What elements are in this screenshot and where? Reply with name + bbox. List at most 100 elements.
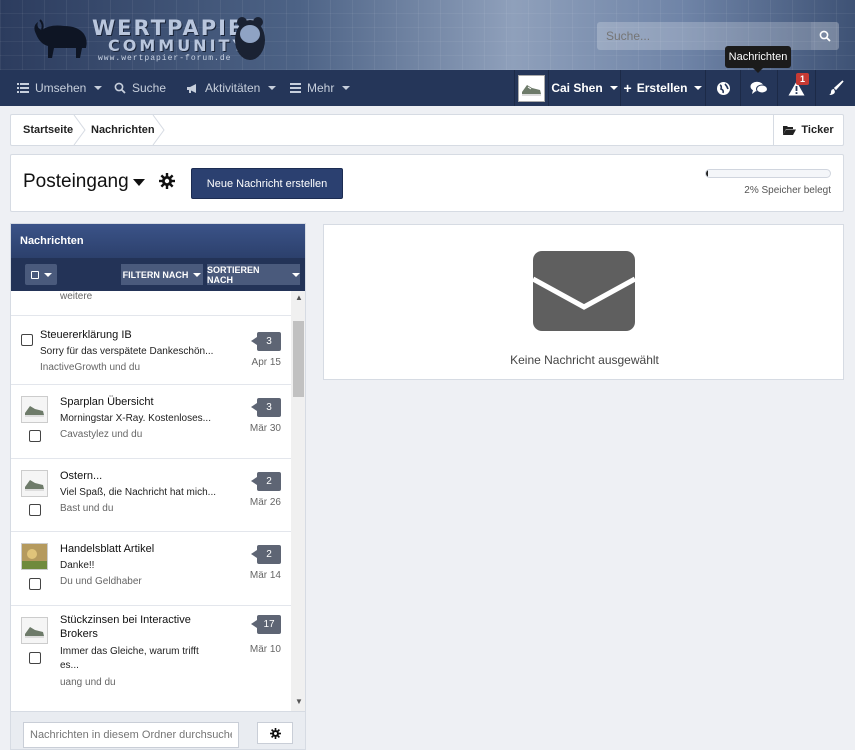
list-item[interactable]: Sparplan Übersicht Morningstar X-Ray. Ko…: [11, 385, 291, 459]
folder-search-input[interactable]: [23, 722, 239, 748]
message-list-scrollbar[interactable]: ▲ ▼: [291, 291, 305, 711]
avatar: [21, 617, 48, 644]
nav-aktivitaeten[interactable]: Aktivitäten: [186, 70, 277, 106]
message-snippet: Morningstar X-Ray. Kostenloses...: [60, 413, 211, 424]
create-menu[interactable]: + Erstellen: [620, 70, 705, 106]
avatar: [21, 396, 48, 423]
participants: weitere: [60, 291, 93, 302]
participants: Du und Geldhaber: [60, 576, 142, 587]
menu-icon: [290, 83, 301, 93]
avatar: [518, 74, 545, 102]
envelope-icon: [533, 251, 635, 331]
message-date: Mär 10: [249, 644, 281, 655]
chat-bubbles-icon: [750, 81, 768, 94]
breadcrumb-home[interactable]: Startseite: [23, 115, 73, 145]
chevron-down-icon: [268, 86, 277, 90]
scroll-thumb[interactable]: [293, 321, 304, 397]
nav-umsehen[interactable]: Umsehen: [17, 70, 103, 106]
chevron-down-icon: [292, 272, 300, 277]
message-date: Mär 26: [249, 497, 281, 508]
message-title: Sparplan Übersicht: [60, 396, 154, 408]
nav-mehr[interactable]: Mehr: [290, 70, 351, 106]
folder-title[interactable]: Posteingang: [23, 171, 129, 193]
reply-count-badge: 2: [251, 545, 281, 564]
message-checkbox[interactable]: [29, 578, 41, 590]
list-icon: [17, 83, 29, 93]
notification-badge: 1: [795, 73, 809, 85]
message-checkbox[interactable]: [21, 334, 33, 346]
ticker-button[interactable]: Ticker: [773, 115, 843, 145]
messages-tooltip: Nachrichten: [725, 46, 791, 73]
message-detail-panel: Keine Nachricht ausgewählt: [323, 224, 844, 380]
breadcrumb: Startseite Nachrichten Ticker: [10, 114, 844, 146]
site-logo[interactable]: WERTPAPIER COMMUNITY www.wertpapier-foru…: [30, 12, 270, 63]
user-avatar-button[interactable]: [514, 70, 548, 106]
nav-suche[interactable]: Suche: [114, 70, 166, 106]
message-checkbox[interactable]: [29, 652, 41, 664]
theme-button[interactable]: [815, 70, 855, 106]
scroll-down-icon[interactable]: ▼: [295, 697, 303, 706]
shoe-icon: [25, 480, 44, 491]
avatar: [21, 543, 48, 570]
chevron-down-icon[interactable]: [133, 179, 145, 186]
logo-text-line2: COMMUNITY: [108, 36, 248, 55]
select-all-dropdown[interactable]: [25, 264, 57, 285]
chevron-down-icon: [609, 86, 618, 90]
photo-icon: [22, 544, 47, 569]
folder-open-icon: [783, 126, 797, 135]
globe-button[interactable]: [705, 70, 740, 106]
user-name: Cai Shen: [551, 81, 603, 95]
chevron-down-icon: [193, 272, 202, 277]
sort-label: SORTIEREN NACH: [207, 264, 260, 285]
create-label: Erstellen: [636, 81, 688, 95]
nav-aktivitaeten-label: Aktivitäten: [205, 81, 261, 95]
message-date: Mär 14: [249, 570, 281, 581]
list-item[interactable]: Ostern... Viel Spaß, die Nachricht hat m…: [11, 459, 291, 532]
ticker-label: Ticker: [801, 124, 834, 136]
folder-search-settings-button[interactable]: [257, 722, 293, 744]
search-button[interactable]: [811, 22, 839, 50]
paintbrush-icon: [828, 80, 844, 95]
nav-mehr-label: Mehr: [307, 81, 335, 95]
breadcrumb-messages[interactable]: Nachrichten: [91, 115, 155, 145]
shoe-icon: [25, 406, 44, 417]
notifications-button[interactable]: 1: [777, 70, 815, 106]
message-title: Steuererklärung IB: [40, 329, 132, 341]
chevron-down-icon: [94, 86, 103, 90]
breadcrumb-separator: [73, 115, 86, 145]
search-icon: [114, 82, 126, 94]
chevron-down-icon: [342, 86, 351, 90]
list-item[interactable]: Handelsblatt Artikel Danke!! Du und Geld…: [11, 532, 291, 606]
nav-suche-label: Suche: [132, 81, 167, 95]
avatar: [21, 470, 48, 497]
message-title-line2: Brokers: [60, 628, 98, 640]
user-menu[interactable]: Cai Shen: [548, 70, 620, 106]
message-checkbox[interactable]: [29, 504, 41, 516]
scroll-up-icon[interactable]: ▲: [295, 293, 303, 302]
new-message-button[interactable]: Neue Nachricht erstellen: [191, 168, 343, 199]
storage-progress-bar: [705, 169, 831, 178]
reply-count-badge: 3: [251, 332, 281, 351]
filter-label: FILTERN NACH: [122, 269, 189, 280]
nav-umsehen-label: Umsehen: [35, 81, 87, 95]
empty-state-text: Keine Nachricht ausgewählt: [510, 353, 659, 367]
gear-icon[interactable]: [159, 173, 175, 189]
list-item[interactable]: weitere: [11, 291, 291, 316]
chevron-down-icon: [694, 86, 703, 90]
main-navbar: Umsehen Suche Aktivitäten Mehr Cai Shen …: [0, 70, 855, 106]
message-snippet: Sorry für das verspätete Dankeschön...: [40, 346, 214, 357]
messages-button[interactable]: [740, 70, 777, 106]
storage-text: 2% Speicher belegt: [744, 185, 831, 196]
list-item[interactable]: Stückzinsen bei Interactive Brokers Imme…: [11, 606, 291, 711]
gear-icon: [269, 727, 281, 739]
message-snippet: Danke!!: [60, 560, 95, 571]
globe-icon: [716, 81, 730, 95]
participants: Cavastylez und du: [60, 429, 143, 440]
list-item[interactable]: Steuererklärung IB Sorry für das verspät…: [11, 316, 291, 385]
message-checkbox[interactable]: [29, 430, 41, 442]
search-icon: [819, 30, 831, 42]
filter-button[interactable]: FILTERN NACH: [121, 264, 203, 285]
message-snippet-line2: es...: [60, 660, 79, 671]
chevron-down-icon: [43, 272, 52, 277]
sort-button[interactable]: SORTIEREN NACH: [207, 264, 300, 285]
